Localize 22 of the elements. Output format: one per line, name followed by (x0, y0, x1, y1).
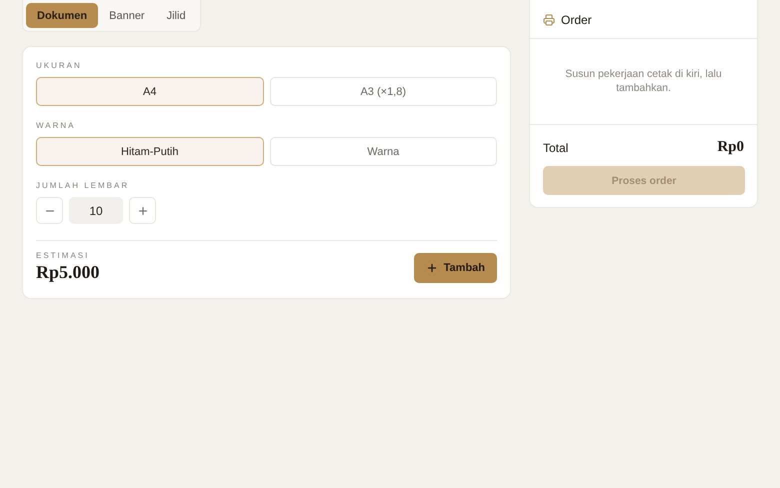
tab[interactable]: Banner (98, 3, 156, 28)
plus-icon (136, 204, 148, 216)
option-button[interactable]: A4 (36, 77, 264, 106)
option-button[interactable]: A3 (×1,8) (270, 77, 497, 106)
increment-button[interactable] (129, 197, 156, 224)
option-button[interactable]: Warna (270, 137, 497, 166)
section-label: WARNA (36, 121, 76, 130)
panel-title: Order (561, 13, 592, 27)
total-value: Rp0 (717, 139, 744, 156)
plus-icon (426, 262, 438, 274)
total-label: Total (543, 140, 568, 154)
tab[interactable]: Jilid (156, 3, 197, 28)
section-label: JUMLAH LEMBAR (36, 181, 130, 190)
printer-icon (543, 14, 555, 26)
estimate-label: ESTIMASI (36, 251, 90, 260)
option-button[interactable]: Hitam-Putih (36, 137, 264, 166)
tab[interactable]: Dokumen (26, 3, 98, 28)
section-label: UKURAN (36, 61, 83, 70)
empty-message: Susun pekerjaan cetak di kiri, lalu tambahkan. (530, 39, 757, 125)
add-button[interactable]: Tambah (414, 253, 497, 283)
estimate-price: Rp5.000 (36, 262, 100, 283)
quantity-field[interactable]: 10 (69, 197, 123, 224)
